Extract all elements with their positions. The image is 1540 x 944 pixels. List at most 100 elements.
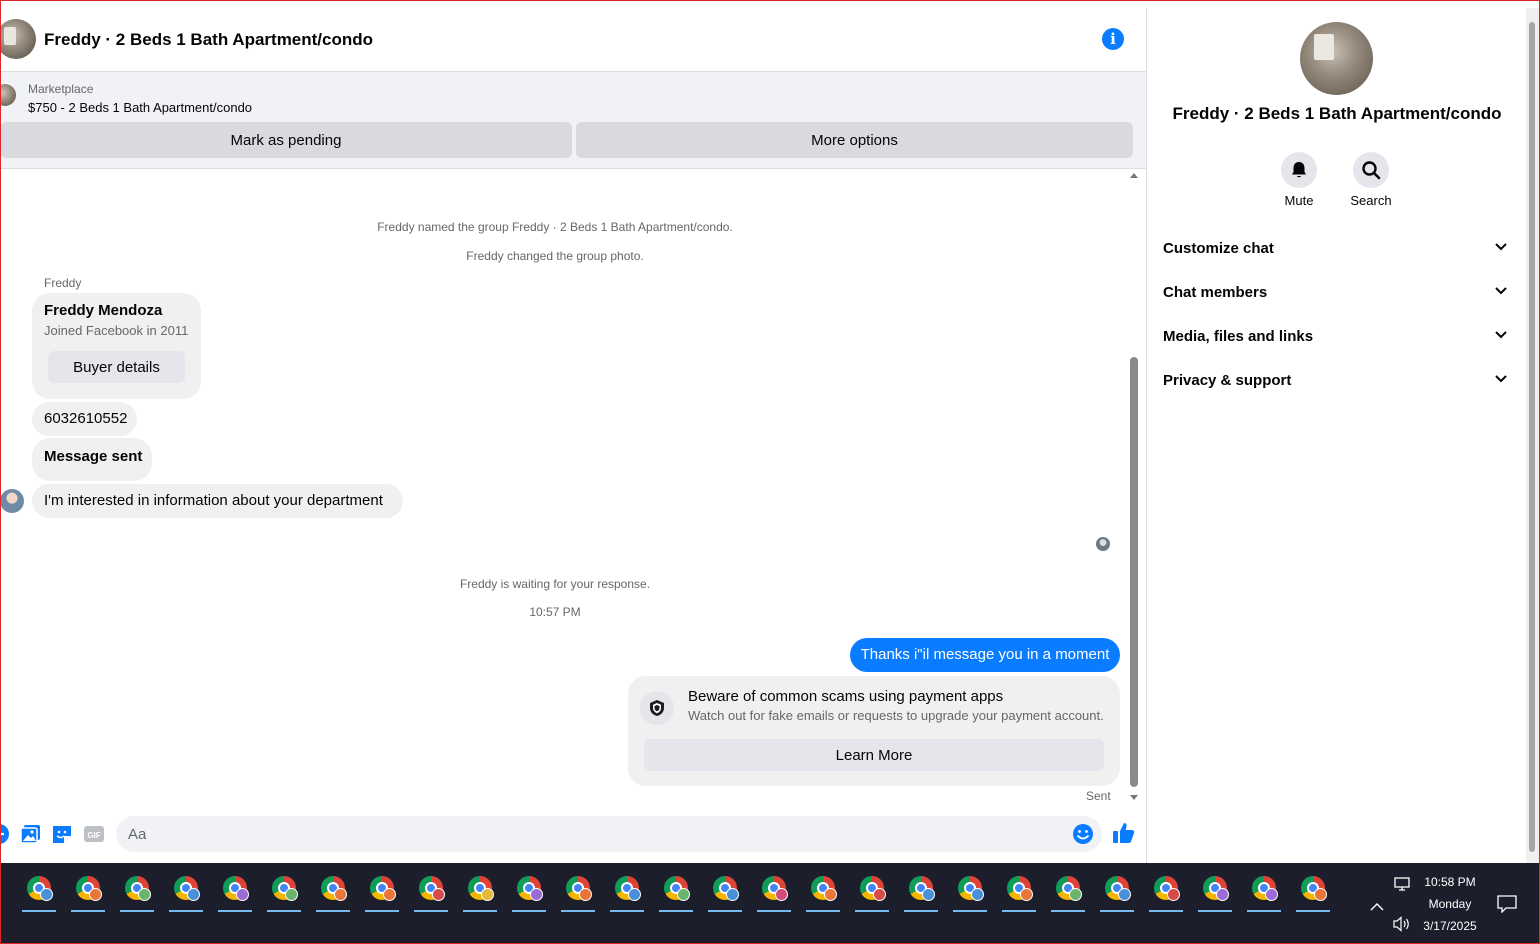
mute-button[interactable]: [1281, 152, 1317, 188]
taskbar-chrome-profile[interactable]: [1245, 873, 1281, 913]
group-avatar[interactable]: [0, 19, 36, 59]
taskbar-chrome-profile[interactable]: [167, 873, 203, 913]
more-options-button[interactable]: More options: [576, 122, 1133, 158]
notification-center-icon[interactable]: [1497, 895, 1517, 914]
taskbar-chrome-profile[interactable]: [1049, 873, 1085, 913]
emoji-icon[interactable]: [1072, 823, 1094, 845]
running-indicator: [1149, 910, 1183, 912]
taskbar-chrome-profile[interactable]: [69, 873, 105, 913]
taskbar-chrome-profile[interactable]: [657, 873, 693, 913]
profile-badge-icon: [187, 888, 200, 901]
scroll-up-arrow-icon[interactable]: [1130, 173, 1138, 178]
profile-badge-icon: [971, 888, 984, 901]
running-indicator: [561, 910, 595, 912]
running-indicator: [267, 910, 301, 912]
system-message: Freddy named the group Freddy · 2 Beds 1…: [377, 220, 733, 234]
taskbar-chrome-profile[interactable]: [20, 873, 56, 913]
message-bubble[interactable]: I'm interested in information about your…: [32, 484, 403, 518]
window-scrollbar[interactable]: [1526, 8, 1540, 863]
message-input[interactable]: [116, 816, 1102, 852]
buyer-details-button[interactable]: Buyer details: [48, 351, 185, 383]
taskbar-chrome-profile[interactable]: [706, 873, 742, 913]
chat-members-row[interactable]: Chat members: [1161, 273, 1513, 313]
plus-icon[interactable]: [0, 823, 10, 845]
panel-group-avatar[interactable]: [1300, 22, 1373, 95]
running-indicator: [1002, 910, 1036, 912]
running-indicator: [1198, 910, 1232, 912]
chevron-down-icon: [1495, 331, 1507, 339]
taskbar-chrome-profile[interactable]: [216, 873, 252, 913]
sender-avatar[interactable]: [0, 489, 24, 513]
taskbar-chrome-profile[interactable]: [1196, 873, 1232, 913]
message-bubble[interactable]: 6032610552: [32, 402, 137, 436]
taskbar-chrome-profile[interactable]: [314, 873, 350, 913]
message-scrollbar[interactable]: [1126, 173, 1142, 803]
clock-time[interactable]: 10:58 PM: [1422, 875, 1478, 889]
profile-badge-icon: [922, 888, 935, 901]
running-indicator: [708, 910, 742, 912]
taskbar-chrome-profile[interactable]: [1147, 873, 1183, 913]
profile-badge-icon: [236, 888, 249, 901]
taskbar-chrome-profile[interactable]: [804, 873, 840, 913]
taskbar-chrome-profile[interactable]: [1294, 873, 1330, 913]
outgoing-message-bubble[interactable]: Thanks i"il message you in a moment: [850, 638, 1120, 672]
taskbar-chrome-profile[interactable]: [118, 873, 154, 913]
running-indicator: [1247, 910, 1281, 912]
listing-title[interactable]: $750 - 2 Beds 1 Bath Apartment/condo: [28, 100, 252, 115]
running-indicator: [512, 910, 546, 912]
running-indicator: [120, 910, 154, 912]
conversation-info-panel: Freddy · 2 Beds 1 Bath Apartment/condo M…: [1146, 8, 1526, 863]
chevron-down-icon: [1495, 243, 1507, 251]
photo-icon[interactable]: [20, 823, 42, 845]
taskbar-chrome-profile[interactable]: [853, 873, 889, 913]
taskbar-chrome-profile[interactable]: [461, 873, 497, 913]
taskbar-chrome-profile[interactable]: [412, 873, 448, 913]
network-icon[interactable]: [1394, 877, 1412, 891]
buyer-profile-card: Freddy Mendoza Joined Facebook in 2011 B…: [32, 293, 201, 399]
profile-badge-icon: [383, 888, 396, 901]
profile-badge-icon: [1118, 888, 1131, 901]
thumbs-up-icon[interactable]: [1112, 821, 1136, 845]
taskbar-chrome-profile[interactable]: [902, 873, 938, 913]
profile-badge-icon: [1069, 888, 1082, 901]
running-indicator: [904, 910, 938, 912]
listing-thumbnail[interactable]: [0, 84, 16, 106]
clock-day[interactable]: Monday: [1422, 897, 1478, 911]
scam-warning-title: Beware of common scams using payment app…: [688, 688, 1004, 705]
taskbar-chrome-profile[interactable]: [608, 873, 644, 913]
profile-badge-icon: [579, 888, 592, 901]
taskbar-chrome-profile[interactable]: [363, 873, 399, 913]
chevron-up-icon[interactable]: [1370, 899, 1384, 911]
gif-icon[interactable]: GIF: [83, 823, 105, 845]
volume-icon[interactable]: [1393, 916, 1411, 932]
running-indicator: [1296, 910, 1330, 912]
row-label: Customize chat: [1163, 240, 1274, 257]
taskbar-chrome-profile[interactable]: [755, 873, 791, 913]
chat-main: Freddy · 2 Beds 1 Bath Apartment/condo i…: [0, 8, 1146, 863]
chat-title[interactable]: Freddy · 2 Beds 1 Bath Apartment/condo: [44, 30, 373, 50]
taskbar-chrome-profile[interactable]: [1000, 873, 1036, 913]
window-scroll-thumb[interactable]: [1529, 22, 1535, 852]
running-indicator: [757, 910, 791, 912]
profile-badge-icon: [775, 888, 788, 901]
taskbar-chrome-profile[interactable]: [510, 873, 546, 913]
search-icon: [1362, 161, 1381, 180]
taskbar-chrome-profile[interactable]: [951, 873, 987, 913]
running-indicator: [414, 910, 448, 912]
media-files-links-row[interactable]: Media, files and links: [1161, 317, 1513, 357]
scroll-down-arrow-icon[interactable]: [1130, 795, 1138, 800]
scroll-thumb[interactable]: [1130, 357, 1138, 787]
learn-more-button[interactable]: Learn More: [644, 739, 1104, 771]
taskbar-chrome-profile[interactable]: [559, 873, 595, 913]
search-button[interactable]: [1353, 152, 1389, 188]
taskbar-chrome-profile[interactable]: [265, 873, 301, 913]
mark-as-pending-button[interactable]: Mark as pending: [0, 122, 572, 158]
profile-badge-icon: [1167, 888, 1180, 901]
privacy-support-row[interactable]: Privacy & support: [1161, 361, 1513, 401]
info-icon[interactable]: i: [1102, 28, 1124, 50]
sticker-icon[interactable]: [51, 823, 73, 845]
running-indicator: [1051, 910, 1085, 912]
clock-date[interactable]: 3/17/2025: [1420, 919, 1480, 933]
customize-chat-row[interactable]: Customize chat: [1161, 229, 1513, 269]
taskbar-chrome-profile[interactable]: [1098, 873, 1134, 913]
